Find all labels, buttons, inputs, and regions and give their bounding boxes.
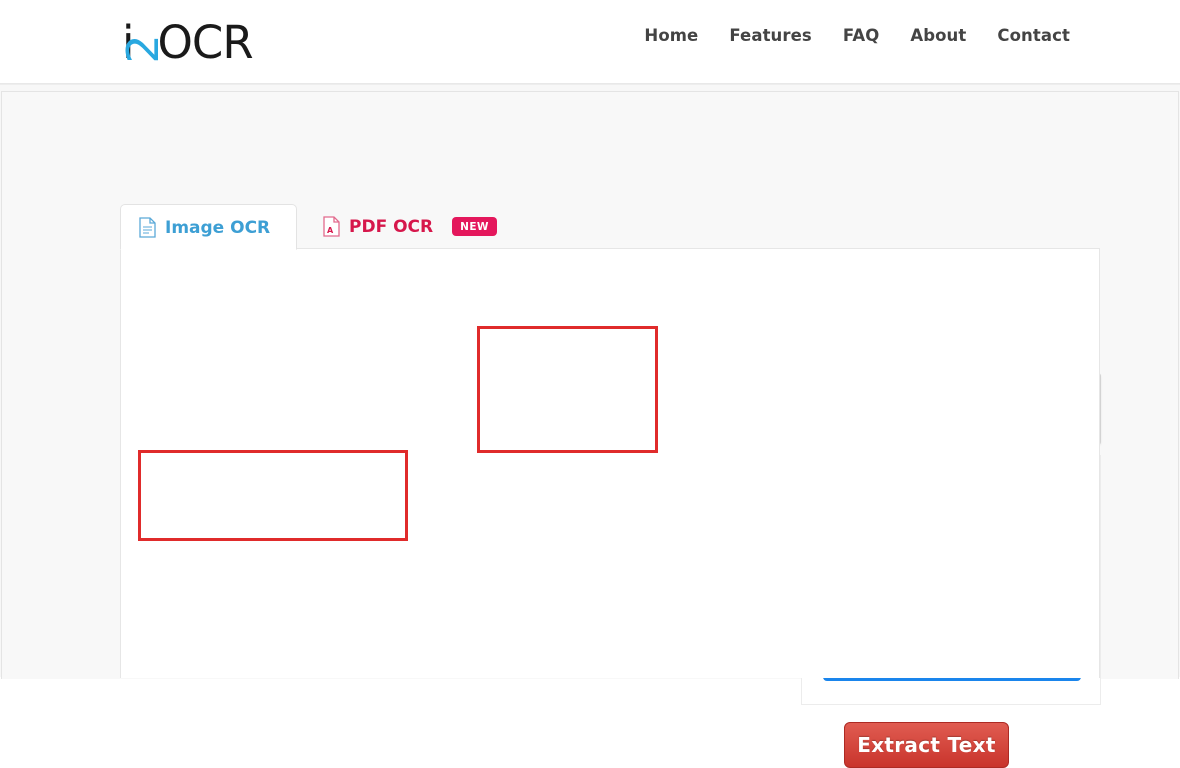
page-body: Image OCR A PDF OCR NEW Step 1Select Lan… <box>0 84 1180 768</box>
ocr-panel <box>120 248 1100 678</box>
nav-item-home[interactable]: Home <box>644 26 698 45</box>
nav-item-contact[interactable]: Contact <box>997 26 1070 45</box>
tab-bar: Image OCR A PDF OCR NEW <box>120 203 519 250</box>
new-badge: NEW <box>452 217 497 236</box>
site-logo[interactable]: i2OCR <box>118 12 254 72</box>
logo-wordmark: i2OCR <box>118 15 254 69</box>
nav-item-faq[interactable]: FAQ <box>843 26 879 45</box>
logo-ocr-text: OCR <box>157 15 254 69</box>
tab-image-ocr[interactable]: Image OCR <box>120 204 297 250</box>
tab-pdf-ocr[interactable]: A PDF OCR NEW <box>297 203 519 249</box>
tab-pdf-ocr-label: PDF OCR <box>349 216 434 237</box>
nav-item-features[interactable]: Features <box>729 26 812 45</box>
image-document-icon <box>139 217 156 238</box>
main-navigation: Home Features FAQ About Contact <box>644 26 1070 45</box>
svg-text:A: A <box>327 226 334 235</box>
extract-text-button[interactable]: Extract Text <box>844 722 1009 768</box>
site-header: i2OCR Home Features FAQ About Contact <box>0 0 1180 84</box>
nav-item-about[interactable]: About <box>910 26 966 45</box>
tab-image-ocr-label: Image OCR <box>165 217 271 238</box>
logo-digit-two: 2 <box>117 34 169 64</box>
pdf-document-icon: A <box>323 216 340 237</box>
